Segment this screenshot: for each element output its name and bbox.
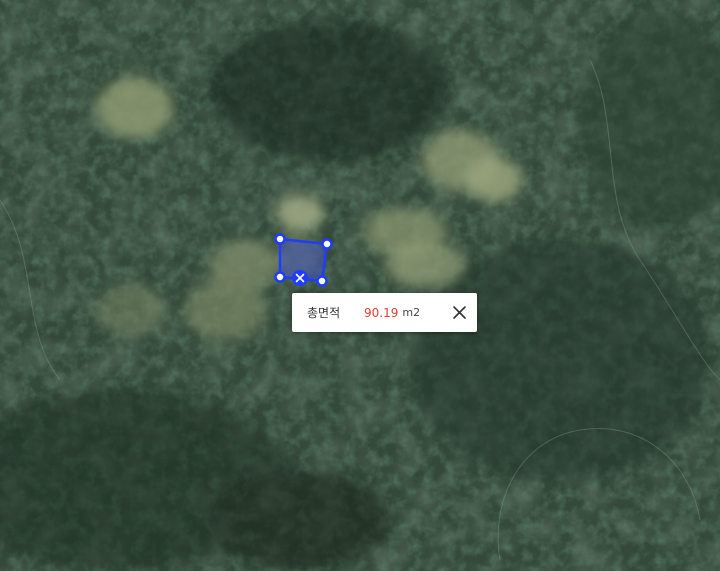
- area-measurement-popup: 총면적 90.19 m2: [292, 293, 477, 332]
- polygon-vertex-handle: [274, 271, 286, 283]
- polygon-vertex-handle: [274, 233, 286, 245]
- polygon-vertex-handle: [316, 275, 328, 287]
- satellite-map[interactable]: [0, 0, 720, 571]
- close-icon[interactable]: [450, 303, 469, 322]
- delete-measurement-icon: [292, 270, 308, 286]
- area-measurement-polygon: [274, 233, 333, 287]
- total-area-value: 90.19: [364, 305, 399, 320]
- total-area-label: 총면적: [307, 306, 341, 320]
- area-unit: m2: [402, 306, 421, 319]
- polygon-vertex-handle: [321, 238, 333, 250]
